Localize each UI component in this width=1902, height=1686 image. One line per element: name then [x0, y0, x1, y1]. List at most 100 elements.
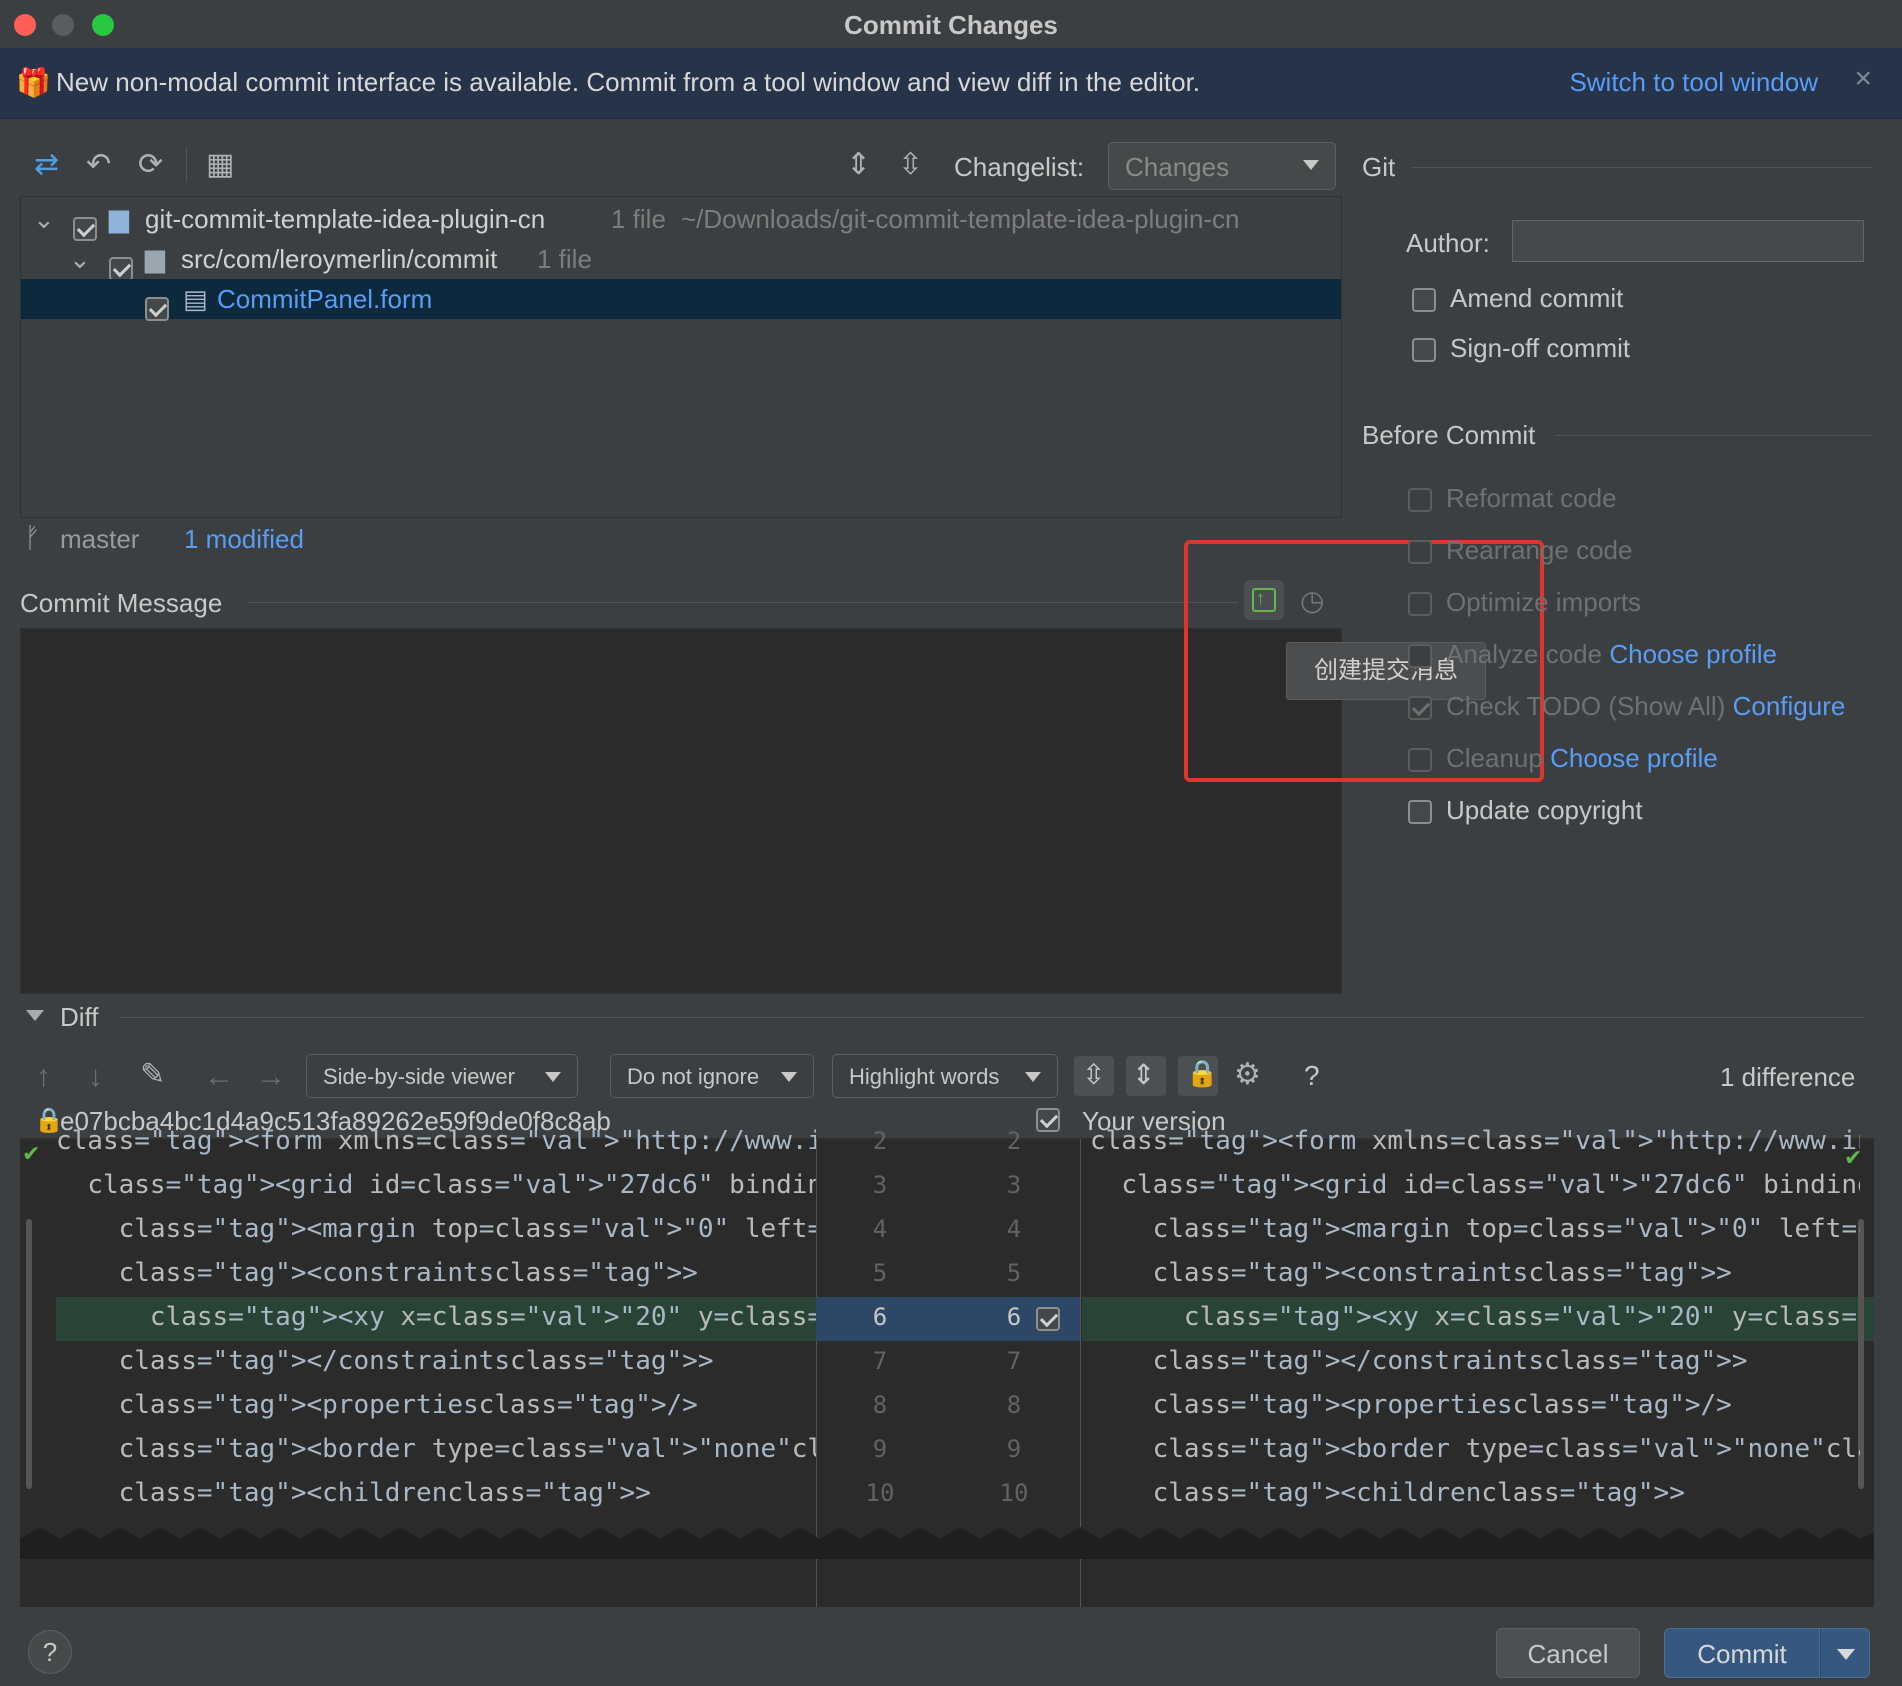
changes-tree: ⌄ ▆ git-commit-template-idea-plugin-cn 1… [20, 196, 1342, 518]
author-input[interactable] [1512, 220, 1864, 262]
toolbar-separator [186, 148, 187, 182]
code-line: class="tag"><xy x=class="val">"20" y=cla… [149, 1302, 816, 1332]
cleanup-label: Cleanup [1446, 743, 1543, 773]
left-scrollbar[interactable] [26, 1219, 32, 1489]
refresh-icon[interactable]: ⟳ [138, 150, 163, 180]
ignore-dropdown[interactable]: Do not ignore [610, 1054, 814, 1098]
line-number: 8 [872, 1391, 888, 1419]
expand-all-icon[interactable]: ⇕ [846, 150, 871, 180]
edit-source-icon[interactable]: ✎ [140, 1060, 165, 1090]
changelist-label: Changelist: [954, 152, 1085, 182]
expand-arrow-icon[interactable]: ⌄ [33, 199, 55, 239]
line-number: 2 [1006, 1127, 1022, 1155]
tree-row-root[interactable]: ⌄ ▆ git-commit-template-idea-plugin-cn 1… [21, 199, 1341, 242]
settings-gear-icon[interactable]: ⚙ [1234, 1060, 1261, 1090]
folder-count: 1 file [537, 244, 592, 274]
todo-option[interactable]: Check TODO (Show All) Configure [1408, 690, 1845, 722]
signoff-commit-option[interactable]: Sign-off commit [1412, 332, 1630, 364]
viewer-dropdown[interactable]: Side-by-side viewer [306, 1054, 578, 1098]
copyright-label: Update copyright [1446, 795, 1643, 825]
apply-change-checkbox[interactable] [1036, 1307, 1060, 1331]
lock-button[interactable]: 🔒 [1178, 1056, 1218, 1096]
window-title: Commit Changes [844, 10, 1058, 40]
module-folder-icon: ▆ [109, 203, 129, 233]
signoff-checkbox[interactable] [1412, 338, 1436, 363]
tree-row-file[interactable]: ▤ CommitPanel.form [21, 279, 1341, 322]
code-line: class="tag"></constraintsclass="tag">> [1152, 1346, 1748, 1376]
commit-options-button[interactable] [1820, 1628, 1870, 1678]
line-number: 7 [872, 1347, 888, 1375]
line-number: 4 [1006, 1215, 1022, 1243]
code-line: class="tag"><propertiesclass="tag">/> [118, 1390, 698, 1420]
root-checkbox[interactable] [73, 217, 97, 242]
rearrange-option[interactable]: Rearrange code [1408, 534, 1632, 566]
next-diff-icon[interactable]: ↓ [88, 1062, 103, 1092]
line-number: 10 [999, 1479, 1029, 1507]
copyright-option[interactable]: Update copyright [1408, 794, 1643, 826]
code-line: class="tag"><xy x=class="val">"20" y=cla… [1183, 1302, 1860, 1332]
changelist-dropdown[interactable]: Changes [1108, 142, 1336, 190]
code-line: class="tag"><form xmlns=class="val">"htt… [1090, 1126, 1860, 1156]
cleanup-choose-profile-link[interactable]: Choose profile [1550, 743, 1718, 773]
diff-help-icon[interactable]: ? [1304, 1060, 1320, 1092]
amend-commit-option[interactable]: Amend commit [1412, 282, 1623, 314]
line-number: 8 [1006, 1391, 1022, 1419]
line-number: 5 [1006, 1259, 1022, 1287]
folder-name: src/com/leroymerlin/commit [181, 244, 498, 274]
prev-file-icon[interactable]: ← [204, 1062, 234, 1092]
collapse-all-icon[interactable]: ⇳ [898, 150, 923, 180]
group-by-icon[interactable]: ▦ [206, 150, 234, 180]
collapse-unchanged-button[interactable]: ⇳ [1074, 1056, 1114, 1096]
line-number: 2 [872, 1127, 888, 1155]
help-button[interactable]: ? [28, 1630, 72, 1674]
code-line: class="tag"><constraintsclass="tag">> [1152, 1258, 1732, 1288]
optimize-option[interactable]: Optimize imports [1408, 586, 1641, 618]
title-bar: Commit Changes [0, 0, 1902, 49]
todo-checkbox[interactable] [1408, 696, 1432, 721]
file-checkbox[interactable] [145, 297, 169, 322]
analyze-checkbox[interactable] [1408, 644, 1432, 669]
gift-icon: 🎁 [16, 67, 51, 98]
code-line: class="tag"><propertiesclass="tag">/> [1152, 1390, 1732, 1420]
commit-button[interactable]: Commit [1664, 1628, 1820, 1678]
commit-message-separator [248, 602, 1238, 603]
amend-checkbox[interactable] [1412, 288, 1436, 313]
left-code-pane: class="tag"><form xmlns=class="val">"htt… [56, 1119, 816, 1565]
reformat-option[interactable]: Reformat code [1408, 482, 1617, 514]
sync-scroll-button[interactable]: ⇕ [1126, 1056, 1166, 1096]
analyze-choose-profile-link[interactable]: Choose profile [1609, 639, 1777, 669]
next-file-icon[interactable]: → [256, 1062, 286, 1092]
prev-diff-icon[interactable]: ↑ [36, 1062, 51, 1092]
commit-message-input[interactable] [20, 628, 1342, 994]
root-name: git-commit-template-idea-plugin-cn [145, 204, 546, 234]
line-number: 3 [872, 1171, 888, 1199]
folder-checkbox[interactable] [109, 257, 133, 282]
tree-row-folder[interactable]: ⌄ ▆ src/com/leroymerlin/commit 1 file [21, 239, 1341, 282]
branch-icon: ᚠ [24, 522, 41, 553]
cleanup-option[interactable]: Cleanup Choose profile [1408, 742, 1718, 774]
copyright-checkbox[interactable] [1408, 800, 1432, 825]
cleanup-checkbox[interactable] [1408, 748, 1432, 773]
optimize-checkbox[interactable] [1408, 592, 1432, 617]
collapse-diff-icon[interactable] [26, 1010, 44, 1021]
code-line: class="tag"><grid id=class="val">"27dc6"… [87, 1170, 816, 1200]
analyze-option[interactable]: Analyze code Choose profile [1408, 638, 1777, 670]
rearrange-checkbox[interactable] [1408, 540, 1432, 565]
before-commit-separator [1556, 435, 1872, 436]
expand-arrow-icon[interactable]: ⌄ [69, 239, 91, 279]
todo-configure-link[interactable]: Configure [1733, 691, 1846, 721]
cancel-button[interactable]: Cancel [1496, 1628, 1640, 1678]
collapsed-region-separator[interactable] [20, 1519, 1874, 1559]
rollback-icon[interactable]: ↶ [86, 150, 111, 180]
code-line: class="tag"><form xmlns=class="val">"htt… [56, 1126, 816, 1156]
commit-message-label: Commit Message [20, 588, 223, 618]
reformat-checkbox[interactable] [1408, 488, 1432, 513]
switch-to-tool-window-link[interactable]: Switch to tool window [1569, 67, 1818, 98]
show-diff-icon[interactable]: ⇄ [34, 150, 59, 180]
modified-count-link[interactable]: 1 modified [184, 524, 304, 555]
highlight-dropdown[interactable]: Highlight words [832, 1054, 1058, 1098]
diff-editor[interactable]: ✔ ✔ class="tag"><form xmlns=class="val">… [20, 1126, 1874, 1607]
branch-name[interactable]: master [60, 524, 139, 555]
banner-close-icon[interactable]: × [1854, 62, 1872, 96]
line-number: 10 [865, 1479, 895, 1507]
